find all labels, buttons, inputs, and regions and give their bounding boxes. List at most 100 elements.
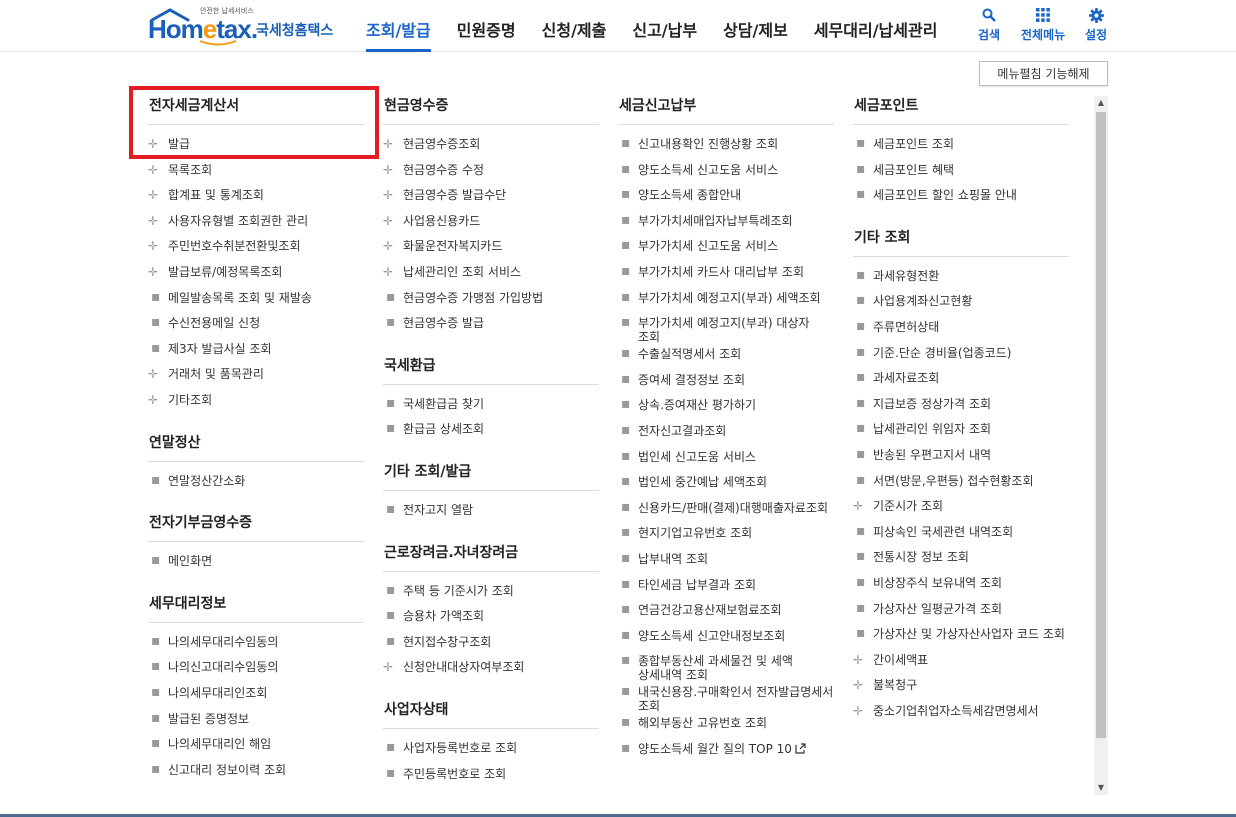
nav-tab-4[interactable]: 신고/납부 bbox=[632, 17, 697, 52]
section-title[interactable]: 전자기부금영수증 bbox=[148, 513, 364, 543]
nav-tab-5[interactable]: 상담/제보 bbox=[723, 17, 788, 52]
menu-item[interactable]: ▪ 타인세금 납부결과 조회 bbox=[618, 575, 834, 601]
menu-item[interactable]: ✛ 사용자유형별 조회권한 관리 bbox=[148, 211, 364, 237]
section-title[interactable]: 세금포인트 bbox=[853, 96, 1069, 125]
scrollbar-thumb[interactable] bbox=[1096, 112, 1106, 738]
menu-item[interactable]: ▪ 양도소득세 종합안내 bbox=[618, 185, 834, 211]
menu-item[interactable]: ▪ 국세환급금 찾기 bbox=[383, 394, 599, 420]
menu-item[interactable]: ▪ 현금영수증 가맹점 가입방법 bbox=[383, 288, 599, 314]
menu-item[interactable]: ▪ 반송된 우편고지서 내역 bbox=[853, 445, 1069, 471]
menu-item[interactable]: ▪ 연금건강고용산재보험료조회 bbox=[618, 600, 834, 626]
menu-item[interactable]: ▪ 세금포인트 혜택 bbox=[853, 160, 1069, 186]
menu-item[interactable]: ▪ 양도소득세 신고안내정보조회 bbox=[618, 626, 834, 652]
menu-item[interactable]: ▪ 신고대리 정보이력 조회 bbox=[148, 760, 364, 786]
menu-item[interactable]: ▪ 나의세무대리수임동의 bbox=[148, 632, 364, 658]
menu-item[interactable]: ✛ 합계표 및 통계조회 bbox=[148, 185, 364, 211]
section-title[interactable]: 세무대리정보 bbox=[148, 594, 364, 623]
menu-item[interactable]: ✛ 거래처 및 품목관리 bbox=[148, 364, 364, 390]
menu-item[interactable]: ✛ 화물운전자복지카드 bbox=[383, 236, 599, 262]
menu-item[interactable]: ✛ 주민번호수취분전환및조회 bbox=[148, 236, 364, 262]
menu-item[interactable]: ▪ 내국신용장.구매확인서 전자발급명세서 조회 bbox=[618, 682, 834, 713]
menu-item[interactable]: ▪ 신용카드/판매(결제)대행매출자료조회 bbox=[618, 498, 834, 524]
menu-item[interactable]: ✛ 목록조회 bbox=[148, 160, 364, 186]
menu-item[interactable]: ✛ 간이세액표 bbox=[853, 650, 1069, 676]
menu-item[interactable]: ▪ 승용차 가액조회 bbox=[383, 606, 599, 632]
menu-item[interactable]: ▪ 전자고지 열람 bbox=[383, 500, 599, 526]
menu-item[interactable]: ✛ 불복청구 bbox=[853, 675, 1069, 701]
menu-item[interactable]: ▪ 제3자 발급사실 조회 bbox=[148, 339, 364, 365]
section-title[interactable]: 세금신고납부 bbox=[618, 96, 834, 125]
menu-item[interactable]: ▪ 나의세무대리인 해임 bbox=[148, 734, 364, 760]
section-title[interactable]: 기타 조회 bbox=[853, 228, 1069, 257]
section-title[interactable]: 현금영수증 bbox=[383, 96, 599, 125]
menu-item[interactable]: ▪ 납부내역 조회 bbox=[618, 549, 834, 575]
menu-item[interactable]: ▪ 수신전용메일 신청 bbox=[148, 313, 364, 339]
menu-item[interactable]: ▪ 서면(방문,우편등) 접수현황조회 bbox=[853, 471, 1069, 497]
menu-item[interactable]: ▪ 수출실적명세서 조회 bbox=[618, 344, 834, 370]
menu-item[interactable]: ▪ 부가가치세 예정고지(부과) 세액조회 bbox=[618, 288, 834, 314]
menu-item[interactable]: ▪ 양도소득세 신고도움 서비스 bbox=[618, 160, 834, 186]
menu-item[interactable]: ✛ 기타조회 bbox=[148, 390, 364, 416]
menu-item[interactable]: ▪ 사업자등록번호로 조회 bbox=[383, 738, 599, 764]
menu-item[interactable]: ▪ 부가가치세 신고도움 서비스 bbox=[618, 236, 834, 262]
hometax-logo[interactable]: 안전한 납세서비스 Hometax. 국세청홈택스 bbox=[148, 6, 358, 46]
menu-item[interactable]: ✛ 발급보류/예정목록조회 bbox=[148, 262, 364, 288]
scroll-down-arrow-icon[interactable]: ▼ bbox=[1094, 781, 1108, 795]
menu-item[interactable]: ▪ 연말정산간소화 bbox=[148, 471, 364, 497]
menu-item[interactable]: ▪ 부가가치세 예정고지(부과) 대상자 조회 bbox=[618, 313, 834, 344]
menu-item[interactable]: ▪ 납세관리인 위임자 조회 bbox=[853, 419, 1069, 445]
menu-item[interactable]: ▪ 나의신고대리수임동의 bbox=[148, 657, 364, 683]
menu-item[interactable]: ▪ 지급보증 정상가격 조회 bbox=[853, 394, 1069, 420]
menu-item[interactable]: ▪ 주류면허상태 bbox=[853, 317, 1069, 343]
menu-item[interactable]: ▪ 법인세 중간예납 세액조회 bbox=[618, 472, 834, 498]
menu-item[interactable]: ✛ 신청안내대상자여부조회 bbox=[383, 657, 599, 683]
menu-expand-toggle-button[interactable]: 메뉴펼침 기능해제 bbox=[979, 61, 1108, 86]
nav-tab-6[interactable]: 세무대리/납세관리 bbox=[814, 17, 938, 52]
menu-item[interactable]: ▪ 과세유형전환 bbox=[853, 266, 1069, 292]
section-title[interactable]: 전자세금계산서 bbox=[148, 96, 364, 125]
menu-item[interactable]: ✛ 중소기업취업자소득세감면명세서 bbox=[853, 701, 1069, 727]
menu-item[interactable]: ▪ 해외부동산 고유번호 조회 bbox=[618, 713, 834, 739]
all-menu-button[interactable]: 전체메뉴 bbox=[1021, 6, 1065, 43]
menu-item[interactable]: ▪ 과세자료조회 bbox=[853, 368, 1069, 394]
menu-item[interactable]: ▪ 발급된 증명정보 bbox=[148, 709, 364, 735]
menu-item[interactable]: ▪ 현지기업고유번호 조회 bbox=[618, 523, 834, 549]
menu-item[interactable]: ✛ 사업용신용카드 bbox=[383, 211, 599, 237]
menu-item[interactable]: ✛ 현금영수증조회 bbox=[383, 134, 599, 160]
menu-item[interactable]: ▪ 비상장주식 보유내역 조회 bbox=[853, 573, 1069, 599]
menu-item[interactable]: ▪ 메일발송목록 조회 및 재발송 bbox=[148, 288, 364, 314]
menu-item[interactable]: ▪ 가상자산 일평균가격 조회 bbox=[853, 599, 1069, 625]
nav-tab-3[interactable]: 신청/제출 bbox=[542, 17, 607, 52]
menu-item[interactable]: ✛ 현금영수증 발급수단 bbox=[383, 185, 599, 211]
section-title[interactable]: 사업자상태 bbox=[383, 700, 599, 729]
menu-item[interactable]: ✛ 현금영수증 수정 bbox=[383, 160, 599, 186]
menu-item[interactable]: ▪ 기준.단순 경비율(업종코드) bbox=[853, 343, 1069, 369]
menu-item[interactable]: ▪ 양도소득세 월간 질의 TOP 10 bbox=[618, 739, 834, 765]
scroll-up-arrow-icon[interactable]: ▲ bbox=[1094, 96, 1108, 110]
menu-item[interactable]: ▪ 부가가치세 카드사 대리납부 조회 bbox=[618, 262, 834, 288]
menu-item[interactable]: ▪ 메인화면 bbox=[148, 551, 364, 577]
menu-item[interactable]: ✛ 납세관리인 조회 서비스 bbox=[383, 262, 599, 288]
section-title[interactable]: 연말정산 bbox=[148, 433, 364, 462]
scrollbar[interactable]: ▲ ▼ bbox=[1094, 96, 1108, 795]
menu-item[interactable]: ▪ 증여세 결정정보 조회 bbox=[618, 370, 834, 396]
menu-item[interactable]: ▪ 피상속인 국세관련 내역조회 bbox=[853, 522, 1069, 548]
menu-item[interactable]: ▪ 상속.증여재산 평가하기 bbox=[618, 395, 834, 421]
nav-tab-1[interactable]: 조회/발급 bbox=[366, 17, 431, 52]
menu-item[interactable]: ▪ 환급금 상세조회 bbox=[383, 419, 599, 445]
menu-item[interactable]: ▪ 현금영수증 발급 bbox=[383, 313, 599, 339]
menu-item[interactable]: ▪ 신고내용확인 진행상황 조회 bbox=[618, 134, 834, 160]
menu-item[interactable]: ▪ 주민등록번호로 조회 bbox=[383, 764, 599, 790]
nav-tab-2[interactable]: 민원증명 bbox=[457, 17, 516, 52]
menu-item[interactable]: ▪ 가상자산 및 가상자산사업자 코드 조회 bbox=[853, 624, 1069, 650]
section-title[interactable]: 국세환급 bbox=[383, 356, 599, 385]
section-title[interactable]: 기타 조회/발급 bbox=[383, 462, 599, 491]
menu-item[interactable]: ▪ 세금포인트 할인 쇼핑몰 안내 bbox=[853, 185, 1069, 211]
menu-item[interactable]: ▪ 세금포인트 조회 bbox=[853, 134, 1069, 160]
menu-item[interactable]: ▪ 전통시장 정보 조회 bbox=[853, 547, 1069, 573]
menu-item[interactable]: ▪ 현지접수창구조회 bbox=[383, 632, 599, 658]
menu-item[interactable]: ▪ 전자신고결과조회 bbox=[618, 421, 834, 447]
menu-item[interactable]: ▪ 주택 등 기준시가 조회 bbox=[383, 581, 599, 607]
menu-item[interactable]: ▪ 나의세무대리인조회 bbox=[148, 683, 364, 709]
search-button[interactable]: 검색 bbox=[978, 6, 1000, 43]
